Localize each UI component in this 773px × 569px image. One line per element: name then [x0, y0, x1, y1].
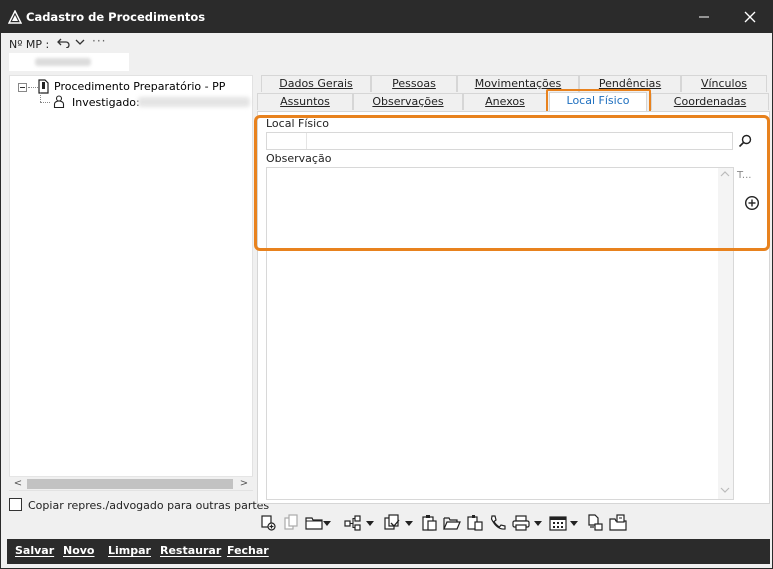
close-action-button[interactable]: Fechar — [227, 544, 269, 557]
minimize-button[interactable] — [683, 1, 725, 33]
caret-down-icon[interactable] — [405, 521, 413, 527]
undo-icon[interactable] — [57, 36, 71, 48]
phone-icon[interactable] — [489, 514, 507, 532]
batch-document-icon[interactable] — [383, 514, 401, 532]
caret-down-icon[interactable] — [570, 521, 578, 527]
copy-document-icon[interactable] — [282, 514, 300, 532]
window: Cadastro de Procedimentos Nº MP : ··· Pr… — [0, 0, 773, 569]
add-document-icon[interactable] — [259, 514, 277, 532]
print-icon[interactable] — [512, 514, 530, 532]
content-highlight-box — [254, 115, 770, 251]
folder-icon[interactable] — [305, 514, 323, 532]
procedure-tree[interactable]: Procedimento Preparatório - PP Investiga… — [9, 75, 253, 491]
copy-representative-label: Copiar repres./advogado para outras part… — [28, 499, 270, 512]
edit-document-icon[interactable] — [586, 514, 604, 532]
close-icon — [744, 11, 756, 23]
scroll-down-icon[interactable] — [720, 486, 730, 494]
tab-observacoes[interactable]: Observações — [353, 93, 463, 110]
open-folder-icon[interactable] — [443, 514, 461, 532]
tree-collapse-toggle[interactable] — [18, 83, 27, 92]
tab-assuntos[interactable]: Assuntos — [257, 93, 353, 110]
tree-node-investigado[interactable]: Investigado: — [72, 96, 140, 109]
close-button[interactable] — [729, 1, 771, 33]
caret-down-icon[interactable] — [366, 521, 374, 527]
tree-connector — [40, 102, 50, 103]
mp-label: Nº MP : — [9, 38, 50, 51]
scrollbar-thumb[interactable] — [27, 479, 233, 489]
minimize-icon — [699, 16, 709, 18]
window-title: Cadastro de Procedimentos — [26, 10, 206, 24]
tree-connector — [40, 92, 41, 102]
archive-icon[interactable] — [609, 514, 627, 532]
copy-representative-checkbox[interactable] — [9, 498, 22, 511]
redacted-value — [35, 58, 91, 66]
chevron-down-icon[interactable] — [74, 37, 86, 47]
clear-button[interactable]: Limpar — [108, 544, 151, 557]
more-options-icon[interactable]: ··· — [92, 34, 106, 48]
redacted-value — [138, 97, 250, 107]
calendar-icon[interactable] — [549, 514, 567, 532]
caret-down-icon[interactable] — [534, 521, 542, 527]
notes-icon[interactable] — [466, 514, 484, 532]
person-icon — [53, 95, 65, 108]
app-logo-icon — [8, 10, 22, 24]
save-button[interactable]: Salvar — [15, 544, 54, 557]
tree-structure-icon[interactable] — [344, 514, 362, 532]
tab-pessoas[interactable]: Pessoas — [371, 75, 457, 92]
clipboard-icon[interactable] — [420, 514, 438, 532]
title-bar: Cadastro de Procedimentos — [1, 1, 772, 33]
caret-down-icon[interactable] — [323, 521, 331, 527]
tab-anexos[interactable]: Anexos — [463, 93, 547, 110]
new-button[interactable]: Novo — [63, 544, 95, 557]
tab-dados-gerais[interactable]: Dados Gerais — [261, 75, 371, 92]
mp-value-field[interactable] — [9, 53, 129, 71]
scroll-right-icon[interactable]: > — [237, 478, 251, 490]
bottom-toolbar — [257, 514, 637, 534]
tab-coordenadas[interactable]: Coordenadas — [651, 93, 769, 110]
tree-node-procedure[interactable]: Procedimento Preparatório - PP — [54, 80, 225, 93]
restore-button[interactable]: Restaurar — [160, 544, 221, 557]
tree-horizontal-scrollbar[interactable]: < > — [9, 476, 253, 490]
action-bar: Salvar Novo Limpar Restaurar Fechar — [7, 539, 770, 564]
scroll-left-icon[interactable]: < — [11, 478, 25, 490]
document-icon — [38, 79, 49, 94]
tab-vinculos[interactable]: Vínculos — [681, 75, 767, 92]
